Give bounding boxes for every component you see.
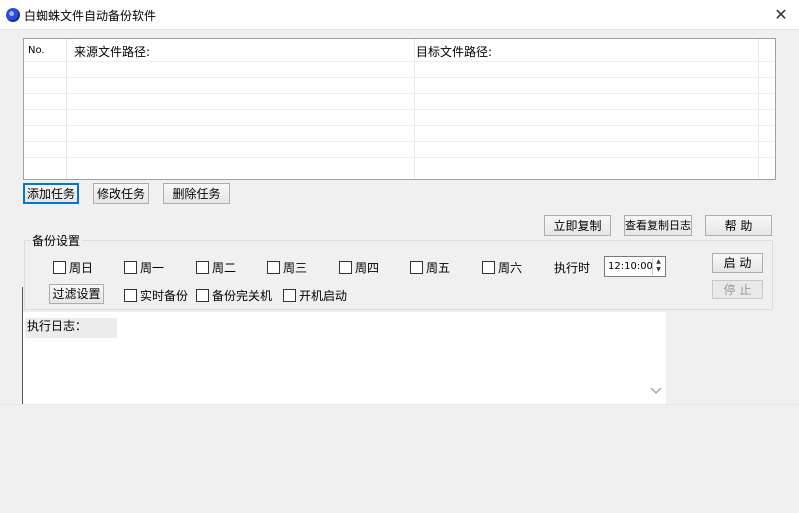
spin-down-icon[interactable]: ▼ — [653, 266, 664, 274]
time-spinner[interactable]: ▲ ▼ — [652, 258, 664, 275]
edit-task-button[interactable]: 修改任务 — [93, 183, 149, 204]
column-header-no[interactable]: No. — [28, 45, 45, 56]
stop-button[interactable]: 停 止 — [712, 280, 763, 299]
app-logo-icon — [6, 8, 20, 22]
window-title: 白蜘蛛文件自动备份软件 — [24, 9, 157, 23]
checkbox-box[interactable] — [53, 261, 66, 274]
table-row[interactable] — [24, 109, 775, 110]
exec-time-input[interactable]: 12:10:00 ▲ ▼ — [604, 256, 666, 277]
checkbox-box[interactable] — [267, 261, 280, 274]
filter-settings-button[interactable]: 过滤设置 — [49, 284, 104, 304]
checkbox-label: 周日 — [69, 261, 94, 275]
checkbox-sunday[interactable]: 周日 — [53, 259, 93, 276]
backup-settings-label: 备份设置 — [30, 232, 83, 249]
checkbox-wednesday[interactable]: 周三 — [267, 259, 307, 276]
table-header: No. 来源文件路径: 目标文件路径: — [24, 39, 775, 61]
table-row[interactable] — [24, 77, 775, 78]
window-background — [0, 404, 799, 513]
table-row[interactable] — [24, 141, 775, 142]
checkbox-box[interactable] — [339, 261, 352, 274]
checkbox-label: 周二 — [212, 261, 237, 275]
checkbox-box[interactable] — [196, 289, 209, 302]
checkbox-thursday[interactable]: 周四 — [339, 259, 379, 276]
help-button[interactable]: 帮 助 — [705, 215, 772, 236]
checkbox-box[interactable] — [124, 289, 137, 302]
start-button[interactable]: 启 动 — [712, 253, 763, 273]
column-header-target[interactable]: 目标文件路径: — [416, 43, 492, 60]
checkbox-label: 开机启动 — [299, 289, 348, 303]
checkbox-label: 实时备份 — [140, 289, 189, 303]
checkbox-saturday[interactable]: 周六 — [482, 259, 522, 276]
title-bar: 白蜘蛛文件自动备份软件 ✕ — [0, 0, 799, 30]
exec-time-value: 12:10:00 — [608, 261, 653, 272]
table-row[interactable] — [24, 157, 775, 158]
checkbox-box[interactable] — [196, 261, 209, 274]
checkbox-friday[interactable]: 周五 — [410, 259, 450, 276]
spin-up-icon[interactable]: ▲ — [653, 258, 664, 266]
checkbox-label: 备份完关机 — [212, 289, 273, 303]
view-copy-log-button[interactable]: 查看复制日志 — [624, 215, 692, 236]
execution-log-label: 执行日志： — [25, 318, 117, 338]
close-icon[interactable]: ✕ — [769, 3, 793, 27]
checkbox-label: 周五 — [426, 261, 451, 275]
checkbox-box[interactable] — [283, 289, 296, 302]
checkbox-box[interactable] — [482, 261, 495, 274]
column-header-source[interactable]: 来源文件路径: — [74, 43, 150, 60]
checkbox-label: 周三 — [283, 261, 308, 275]
execution-log-area[interactable]: 执行日志： — [22, 312, 666, 404]
checkbox-label: 周四 — [355, 261, 380, 275]
table-row[interactable] — [24, 125, 775, 126]
chevron-down-icon[interactable] — [650, 384, 662, 396]
divider — [22, 287, 23, 313]
checkbox-label: 周一 — [140, 261, 165, 275]
checkbox-start-on-boot[interactable]: 开机启动 — [283, 287, 347, 304]
checkbox-realtime-backup[interactable]: 实时备份 — [124, 287, 188, 304]
checkbox-box[interactable] — [410, 261, 423, 274]
table-row[interactable] — [24, 61, 775, 62]
checkbox-shutdown-after-backup[interactable]: 备份完关机 — [196, 287, 272, 304]
exec-time-label: 执行时 — [554, 261, 591, 275]
checkbox-box[interactable] — [124, 261, 137, 274]
copy-now-button[interactable]: 立即复制 — [544, 215, 611, 236]
delete-task-button[interactable]: 删除任务 — [163, 183, 230, 204]
table-row[interactable] — [24, 93, 775, 94]
task-table[interactable]: No. 来源文件路径: 目标文件路径: — [23, 38, 776, 180]
checkbox-label: 周六 — [498, 261, 523, 275]
add-task-button[interactable]: 添加任务 — [23, 183, 79, 204]
checkbox-monday[interactable]: 周一 — [124, 259, 164, 276]
checkbox-tuesday[interactable]: 周二 — [196, 259, 236, 276]
